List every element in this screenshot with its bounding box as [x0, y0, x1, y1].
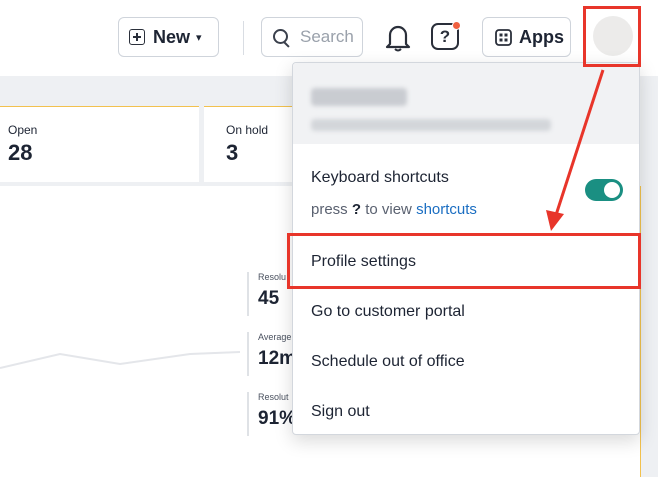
keyboard-shortcuts-hint: press ? to view shortcuts [311, 201, 477, 218]
plus-square-icon [129, 29, 145, 45]
user-name-blurred [311, 88, 407, 106]
stat-title: Open [8, 123, 38, 137]
menu-item-sign-out[interactable]: Sign out [311, 403, 370, 421]
stat-card-on-hold[interactable]: On hold 3 [204, 106, 294, 182]
chevron-down-icon: ▾ [196, 31, 202, 44]
stat-title: On hold [226, 123, 269, 137]
apps-icon [495, 28, 512, 46]
new-button[interactable]: New ▾ [118, 17, 219, 57]
menu-item-schedule-out-of-office[interactable]: Schedule out of office [311, 353, 465, 371]
right-gutter [640, 186, 658, 477]
user-email-blurred [311, 119, 551, 131]
stat-value: 3 [226, 140, 239, 165]
chart-line [0, 351, 240, 369]
stat-value: 28 [8, 140, 33, 165]
profile-header [293, 63, 639, 144]
apps-button[interactable]: Apps [482, 17, 571, 57]
profile-settings-highlight-box [287, 233, 641, 289]
hint-key: ? [351, 201, 362, 218]
shortcuts-link[interactable]: shortcuts [416, 201, 477, 218]
notification-dot [452, 21, 461, 30]
search-button[interactable]: Search [261, 17, 363, 57]
apps-button-label: Apps [519, 26, 564, 47]
hint-prefix: press [311, 201, 348, 218]
search-icon [272, 28, 290, 46]
new-button-label: New [153, 26, 191, 47]
keyboard-shortcuts-label: Keyboard shortcuts [311, 169, 449, 186]
avatar-highlight-box [583, 6, 641, 67]
hint-mid: to view [365, 201, 412, 218]
keyboard-shortcuts-toggle[interactable] [585, 179, 623, 201]
stat-card-open[interactable]: Open 28 [0, 106, 199, 182]
divider [243, 21, 244, 55]
search-placeholder: Search [300, 27, 354, 46]
bell-icon[interactable] [384, 22, 412, 52]
menu-item-customer-portal[interactable]: Go to customer portal [311, 303, 465, 321]
toggle-knob [604, 182, 620, 198]
help-icon[interactable]: ? [431, 21, 463, 53]
